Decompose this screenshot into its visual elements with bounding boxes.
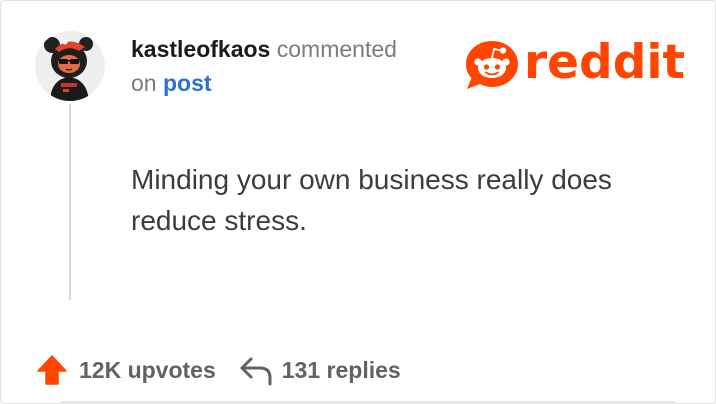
upvote-arrow-icon (37, 355, 67, 385)
post-link[interactable]: post (163, 70, 212, 96)
reddit-wordmark: reddit (524, 35, 685, 90)
divider (61, 401, 675, 403)
reply-count: 131 replies (281, 356, 401, 383)
upvote-button[interactable] (35, 353, 69, 387)
comment-card: kastleofkaos commented on post reddit Mi… (0, 0, 716, 404)
user-avatar-icon (35, 31, 105, 101)
upvote-count: 12K upvotes (79, 356, 216, 383)
user-avatar[interactable] (35, 31, 105, 101)
comment-stats: 12K upvotes 131 replies (35, 353, 401, 387)
reply-arrow-icon (240, 357, 272, 386)
thread-line (69, 104, 71, 300)
reddit-logo: reddit (464, 35, 690, 91)
reply-button[interactable] (238, 353, 274, 387)
comment-header: kastleofkaos commented (131, 34, 397, 64)
comment-body: Minding your own business really does re… (131, 164, 612, 236)
on-text: on (131, 70, 157, 96)
comment-header-context: on post (131, 68, 212, 98)
reddit-alien-icon (466, 41, 518, 89)
action-text: commented (276, 36, 397, 62)
username-link[interactable]: kastleofkaos (131, 36, 270, 62)
